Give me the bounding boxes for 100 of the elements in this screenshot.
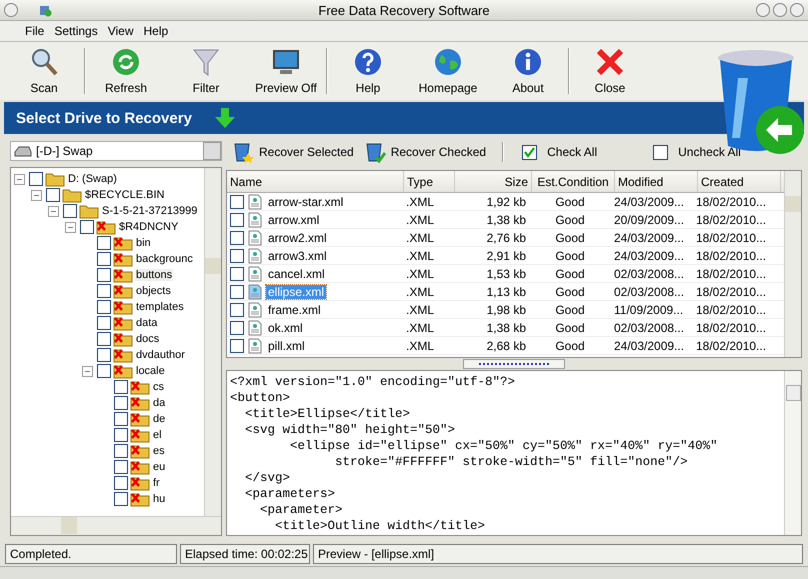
scrollbar[interactable] bbox=[204, 168, 221, 517]
tree-item[interactable]: D: (Swap) bbox=[67, 173, 118, 185]
menu-item[interactable]: Help bbox=[144, 24, 168, 38]
tree-item[interactable]: el bbox=[152, 429, 163, 441]
checkbox[interactable] bbox=[114, 380, 128, 394]
checkbox[interactable] bbox=[97, 348, 111, 362]
check-all-option[interactable]: Check All bbox=[522, 144, 598, 160]
column-header[interactable]: Type bbox=[404, 171, 455, 192]
splitter-handle[interactable] bbox=[463, 359, 565, 369]
menu-item[interactable]: View bbox=[108, 24, 134, 38]
tree-item[interactable]: dvdauthor bbox=[135, 349, 186, 361]
toolbar-button[interactable]: Close bbox=[570, 44, 650, 98]
tree-item[interactable]: bin bbox=[135, 237, 152, 249]
file-name[interactable]: arrow2.xml bbox=[266, 230, 329, 244]
recover-button[interactable]: Recover Selected bbox=[230, 141, 356, 163]
collapse-icon[interactable] bbox=[31, 190, 42, 200]
checkbox[interactable] bbox=[522, 144, 538, 160]
drive-dropdown[interactable]: [-D-] Swap bbox=[10, 141, 222, 161]
file-name[interactable]: arrow3.xml bbox=[266, 248, 329, 262]
checkbox[interactable] bbox=[29, 172, 43, 186]
checkbox[interactable] bbox=[114, 460, 128, 474]
tree-item[interactable]: da bbox=[152, 397, 166, 409]
checkbox[interactable] bbox=[230, 248, 244, 262]
checkbox[interactable] bbox=[230, 266, 244, 280]
tree-item[interactable]: templates bbox=[135, 301, 185, 313]
checkbox[interactable] bbox=[230, 212, 244, 226]
window-control-icon[interactable] bbox=[4, 3, 18, 17]
checkbox[interactable] bbox=[97, 300, 111, 314]
toolbar-button[interactable]: Filter bbox=[166, 44, 246, 98]
collapse-icon[interactable] bbox=[82, 366, 93, 376]
scrollbar[interactable] bbox=[11, 516, 221, 535]
tree-item[interactable]: S-1-5-21-37213999 bbox=[101, 205, 198, 217]
file-name[interactable]: pill.xml bbox=[266, 338, 307, 352]
column-header[interactable]: Size bbox=[455, 171, 532, 192]
tree-item[interactable]: fr bbox=[152, 477, 161, 489]
checkbox[interactable] bbox=[653, 144, 668, 160]
checkbox[interactable] bbox=[230, 284, 244, 298]
tree-item[interactable]: data bbox=[135, 317, 158, 329]
file-name[interactable]: frame.xml bbox=[266, 302, 323, 316]
column-header[interactable]: Name bbox=[227, 171, 404, 192]
tree-item[interactable]: cs bbox=[152, 381, 165, 393]
scrollbar[interactable] bbox=[784, 171, 801, 357]
checkbox[interactable] bbox=[114, 476, 128, 490]
checkbox[interactable] bbox=[114, 444, 128, 458]
checkbox[interactable] bbox=[114, 412, 128, 426]
toolbar-button[interactable]: Refresh bbox=[86, 44, 166, 98]
toolbar-button[interactable]: Help bbox=[328, 44, 408, 98]
maximize-icon[interactable] bbox=[773, 3, 787, 17]
tree-item[interactable]: $RECYCLE.BIN bbox=[84, 189, 166, 201]
tree-item[interactable]: hu bbox=[152, 493, 166, 505]
checkbox[interactable] bbox=[97, 284, 111, 298]
checkbox[interactable] bbox=[114, 396, 128, 410]
checkbox[interactable] bbox=[97, 236, 111, 250]
file-name[interactable]: cancel.xml bbox=[266, 266, 327, 280]
tree-item[interactable]: eu bbox=[152, 461, 166, 473]
collapse-icon[interactable] bbox=[48, 206, 59, 216]
file-name[interactable]: arrow-star.xml bbox=[266, 194, 346, 208]
minimize-icon[interactable] bbox=[756, 3, 770, 17]
checkbox[interactable] bbox=[114, 492, 128, 506]
table-cell-text: .XML bbox=[405, 302, 436, 318]
checkbox[interactable] bbox=[230, 320, 244, 334]
menu-item[interactable]: Settings bbox=[54, 24, 98, 38]
toolbar-button[interactable]: Homepage bbox=[408, 44, 488, 98]
scrollbar[interactable] bbox=[784, 371, 801, 535]
table-cell-text: 18/02/2010... bbox=[695, 338, 768, 354]
tree-item[interactable]: locale bbox=[135, 365, 166, 377]
file-name[interactable]: ok.xml bbox=[266, 320, 305, 334]
tree-item[interactable]: buttons bbox=[135, 269, 174, 281]
checkbox[interactable] bbox=[97, 332, 111, 346]
tree-item[interactable]: docs bbox=[135, 333, 160, 345]
checkbox[interactable] bbox=[114, 428, 128, 442]
checkbox[interactable] bbox=[230, 230, 244, 244]
toolbar-button[interactable]: About bbox=[488, 44, 568, 98]
column-header[interactable]: Modified bbox=[615, 171, 698, 192]
tree-item[interactable]: de bbox=[152, 413, 166, 425]
checkbox[interactable] bbox=[63, 204, 77, 218]
checkbox[interactable] bbox=[97, 268, 111, 282]
toolbar-button[interactable]: Scan bbox=[4, 44, 84, 98]
tree-item[interactable]: $R4DNCNY bbox=[118, 221, 180, 233]
checkbox[interactable] bbox=[80, 220, 94, 234]
checkbox[interactable] bbox=[46, 188, 60, 202]
column-header[interactable]: Est.Condition bbox=[532, 171, 615, 192]
column-header[interactable]: Created bbox=[698, 171, 781, 192]
checkbox[interactable] bbox=[97, 364, 111, 378]
checkbox[interactable] bbox=[230, 338, 244, 352]
checkbox[interactable] bbox=[230, 194, 244, 208]
toolbar-button[interactable]: Preview Off bbox=[246, 44, 326, 98]
collapse-icon[interactable] bbox=[14, 174, 25, 184]
checkbox[interactable] bbox=[97, 252, 111, 266]
close-icon[interactable] bbox=[790, 3, 804, 17]
tree-item[interactable]: backgrounc bbox=[135, 253, 194, 265]
collapse-icon[interactable] bbox=[65, 222, 76, 232]
menu-item[interactable]: File bbox=[25, 24, 44, 38]
file-name[interactable]: arrow.xml bbox=[266, 212, 322, 226]
tree-item[interactable]: es bbox=[152, 445, 166, 457]
tree-item[interactable]: objects bbox=[135, 285, 172, 297]
table-cell-text: 24/03/2009... bbox=[613, 194, 686, 210]
checkbox[interactable] bbox=[97, 316, 111, 330]
recover-button[interactable]: Recover Checked bbox=[362, 141, 488, 163]
checkbox[interactable] bbox=[230, 302, 244, 316]
